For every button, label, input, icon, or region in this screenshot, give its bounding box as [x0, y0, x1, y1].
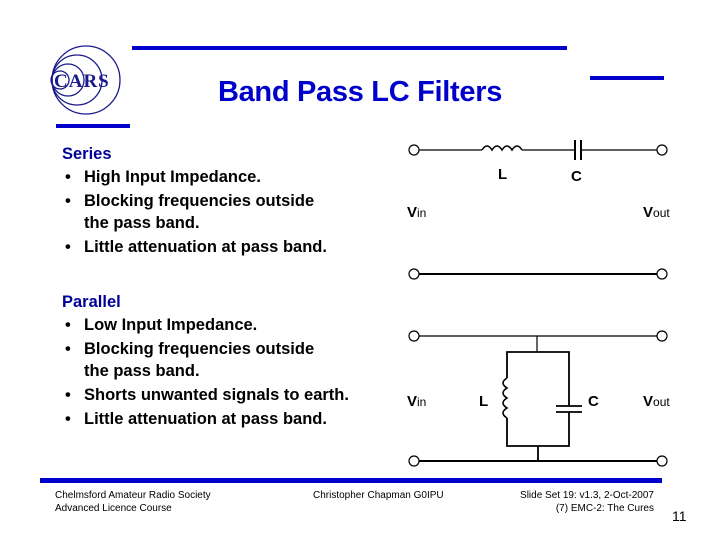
inductor-icon	[502, 377, 509, 419]
terminal-vout-bottom	[656, 455, 668, 467]
bullet-icon: •	[65, 410, 71, 428]
footer-slide-set: Slide Set 19: v1.3, 2-Oct-2007 (7) EMC-2…	[480, 489, 654, 515]
vout-label: Vout	[643, 393, 670, 410]
inductor-label: L	[498, 166, 507, 183]
item-text: High Input Impedance.	[84, 168, 261, 186]
header-top-rule	[132, 46, 567, 50]
item-text: Blocking frequencies outside	[84, 340, 315, 358]
terminal-vin-bottom	[408, 268, 420, 280]
bullet-icon: •	[65, 238, 71, 256]
vout-label: Vout	[643, 204, 670, 221]
list-item: • Shorts unwanted signals to earth.	[62, 384, 349, 406]
item-text: Low Input Impedance.	[84, 316, 258, 334]
item-text-continued: the pass band.	[84, 362, 200, 380]
inductor-icon	[481, 145, 523, 152]
footer-slide-set-line2: (7) EMC-2: The Cures	[555, 503, 654, 514]
list-item: • Blocking frequencies outside the pass …	[62, 190, 327, 234]
list-item: • Blocking frequencies outside the pass …	[62, 338, 349, 382]
item-text-continued: the pass band.	[84, 214, 200, 232]
tank-lower	[506, 412, 570, 447]
item-text: Shorts unwanted signals to earth.	[84, 386, 349, 404]
vout-main: V	[643, 204, 653, 221]
terminal-vin-top	[408, 144, 420, 156]
terminal-vin-bottom	[408, 455, 420, 467]
page-title: Band Pass LC Filters	[217, 76, 503, 108]
vin-sub: in	[417, 395, 426, 409]
terminal-vout-top	[656, 144, 668, 156]
terminal-vout-bottom	[656, 268, 668, 280]
parallel-lc-circuit: L C Vin Vout	[407, 330, 670, 467]
list-item: • Little attenuation at pass band.	[62, 408, 349, 430]
item-text: Little attenuation at pass band.	[84, 238, 327, 256]
vout-sub: out	[653, 206, 670, 220]
footer-organisation: Chelmsford Amateur Radio Society Advance…	[55, 489, 211, 515]
series-lc-circuit: L C Vin Vout	[407, 140, 670, 280]
bullet-icon: •	[65, 386, 71, 404]
footer-org-line2: Advanced Licence Course	[55, 503, 172, 514]
item-text: Little attenuation at pass band.	[84, 410, 327, 428]
inductor-label: L	[479, 393, 488, 410]
item-text: Blocking frequencies outside	[84, 192, 315, 210]
footer-org-line1: Chelmsford Amateur Radio Society	[55, 490, 211, 501]
bullet-icon: •	[65, 316, 71, 334]
cars-logo: CARS	[44, 42, 130, 118]
bullet-icon: •	[65, 168, 71, 186]
series-heading: Series	[62, 145, 112, 163]
vin-label: Vin	[407, 393, 426, 410]
header-left-rule	[56, 124, 130, 128]
capacitor-label: C	[571, 168, 582, 185]
header-right-rule	[590, 76, 664, 80]
vin-main: V	[407, 393, 417, 410]
series-section: Series • High Input Impedance. • Blockin…	[62, 142, 327, 260]
vin-main: V	[407, 204, 417, 221]
terminal-vout-top	[656, 330, 668, 342]
vout-sub: out	[653, 395, 670, 409]
tank-left-upper	[506, 351, 570, 406]
footer-author: Christopher Chapman G0IPU	[313, 490, 444, 501]
parallel-heading: Parallel	[62, 293, 121, 311]
footer-slide-set-line1: Slide Set 19: v1.3, 2-Oct-2007	[520, 490, 654, 501]
logo-text: CARS	[54, 71, 110, 92]
list-item: • Little attenuation at pass band.	[62, 236, 327, 258]
bullet-icon: •	[65, 192, 71, 210]
parallel-section: Parallel • Low Input Impedance. • Blocki…	[62, 290, 349, 432]
list-item: • Low Input Impedance.	[62, 314, 349, 336]
capacitor-label: C	[588, 393, 599, 410]
footer-rule	[40, 478, 662, 483]
vin-sub: in	[417, 206, 426, 220]
vout-main: V	[643, 393, 653, 410]
bullet-icon: •	[65, 340, 71, 358]
page-number: 11	[672, 508, 687, 524]
terminal-vin-top	[408, 330, 420, 342]
vin-label: Vin	[407, 204, 426, 221]
list-item: • High Input Impedance.	[62, 166, 327, 188]
